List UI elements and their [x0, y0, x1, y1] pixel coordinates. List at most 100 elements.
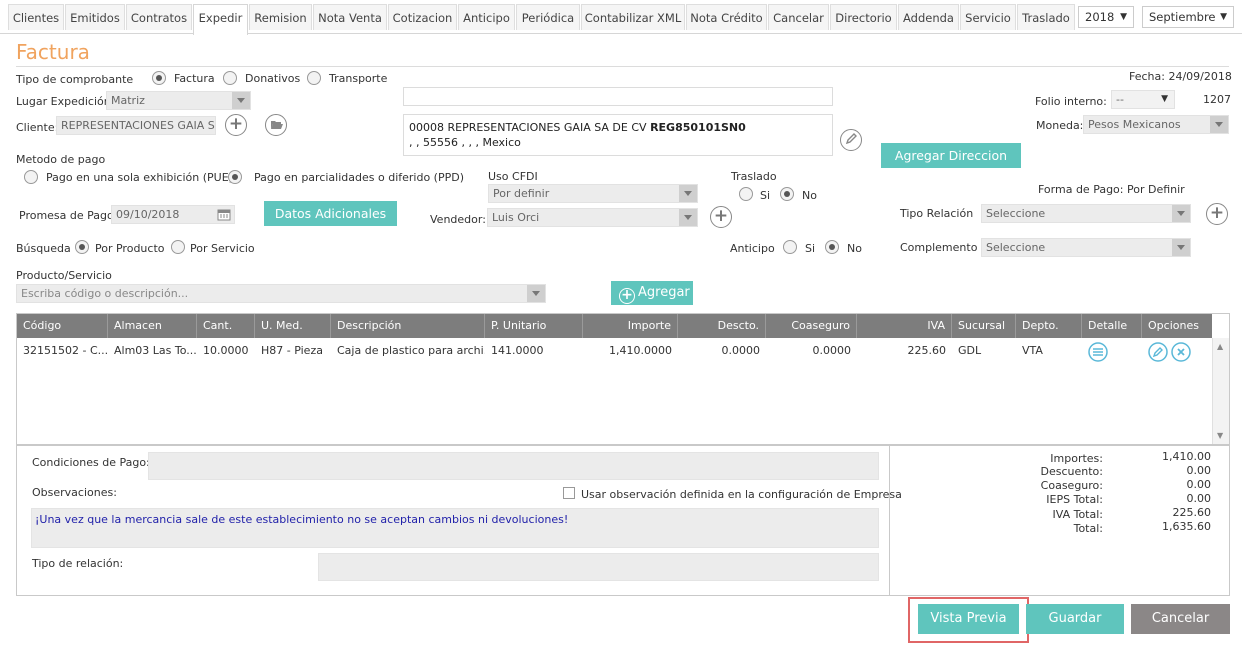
tipo-transporte-radio[interactable] [307, 71, 321, 85]
ieps-label: IEPS Total: [1046, 493, 1103, 506]
folder-open-icon [270, 121, 283, 129]
col-almacen[interactable]: Almacen [108, 314, 197, 338]
usar-observacion-checkbox[interactable] [563, 487, 575, 499]
table-scrollbar[interactable]: ▲ ▼ [1212, 338, 1229, 444]
metodo-ppd-radio[interactable] [228, 170, 242, 184]
lugar-expedicion-label: Lugar Expedición [16, 95, 111, 108]
cliente-input[interactable]: REPRESENTACIONES GAIA SA D [56, 116, 216, 135]
address-box: 00008 REPRESENTACIONES GAIA SA DE CV REG… [403, 114, 833, 156]
col-descripcion[interactable]: Descripción [331, 314, 485, 338]
col-depto[interactable]: Depto. [1016, 314, 1082, 338]
tab-periodica[interactable]: Periódica [516, 4, 580, 30]
lugar-expedicion-select[interactable]: Matriz [106, 91, 251, 110]
producto-search-input[interactable]: Escriba código o descripción... [16, 284, 546, 303]
complemento-select[interactable]: Seleccione [981, 238, 1191, 257]
address-extra-field[interactable] [403, 87, 833, 106]
busqueda-servicio-radio[interactable] [171, 240, 185, 254]
tab-nota-credito[interactable]: Nota Crédito [686, 4, 767, 30]
chevron-down-icon [1172, 205, 1190, 222]
address-line-2: , , 55556 , , , Mexico [409, 136, 521, 149]
agregar-button[interactable]: + Agregar [611, 281, 693, 305]
vendedor-value: Luis Orci [492, 211, 540, 224]
cell-iva: 225.60 [907, 344, 947, 357]
open-folder-button[interactable] [265, 114, 287, 136]
promesa-date-input[interactable]: 09/10/2018 [111, 205, 235, 224]
delete-row-icon[interactable] [1171, 342, 1191, 362]
col-codigo[interactable]: Código [17, 314, 108, 338]
month-select[interactable]: Septiembre ▼ [1142, 6, 1234, 28]
tab-clientes[interactable]: Clientes [8, 4, 64, 30]
condiciones-input[interactable] [148, 452, 879, 480]
observaciones-label: Observaciones: [32, 486, 117, 499]
traslado-no-label: No [802, 189, 817, 202]
year-select[interactable]: 2018 ▼ [1078, 6, 1134, 28]
edit-address-button[interactable] [840, 129, 862, 151]
coaseguro-label: Coaseguro: [1040, 479, 1103, 492]
uso-cfdi-select[interactable]: Por definir [488, 184, 698, 203]
anticipo-si-radio[interactable] [783, 240, 797, 254]
col-coaseguro[interactable]: Coaseguro [766, 314, 857, 338]
tipo-donativos-radio[interactable] [223, 71, 237, 85]
tab-expedir[interactable]: Expedir [193, 4, 248, 35]
tab-remision[interactable]: Remision [249, 4, 312, 30]
agregar-direccion-button[interactable]: Agregar Direccion [881, 143, 1021, 168]
guardar-button[interactable]: Guardar [1026, 604, 1124, 634]
busqueda-producto-radio[interactable] [75, 240, 89, 254]
tipo-relacion-select[interactable]: Seleccione [981, 204, 1191, 223]
chevron-down-icon [232, 92, 250, 109]
address-rfc: REG850101SN0 [650, 121, 746, 134]
col-punitario[interactable]: P. Unitario [485, 314, 583, 338]
scroll-up-icon[interactable]: ▲ [1217, 342, 1223, 351]
add-relacion-button[interactable]: + [1206, 203, 1228, 225]
traslado-si-radio[interactable] [739, 187, 753, 201]
col-cant[interactable]: Cant. [197, 314, 255, 338]
add-client-button[interactable]: + [225, 114, 247, 136]
year-value: 2018 [1085, 10, 1115, 24]
moneda-select[interactable]: Pesos Mexicanos [1083, 115, 1229, 134]
tab-anticipo[interactable]: Anticipo [458, 4, 515, 30]
anticipo-label: Anticipo [730, 242, 775, 255]
busqueda-producto-label: Por Producto [95, 242, 165, 255]
cancelar-button[interactable]: Cancelar [1131, 604, 1230, 634]
tab-addenda[interactable]: Addenda [898, 4, 959, 30]
tab-contratos[interactable]: Contratos [126, 4, 192, 30]
total-label: Total: [1073, 522, 1103, 535]
chevron-down-icon: ▼ [1120, 12, 1127, 22]
col-umed[interactable]: U. Med. [255, 314, 331, 338]
tab-cancelar[interactable]: Cancelar [768, 4, 829, 30]
tab-nota-venta[interactable]: Nota Venta [313, 4, 387, 30]
col-importe[interactable]: Importe [583, 314, 678, 338]
tab-directorio[interactable]: Directorio [830, 4, 897, 30]
edit-row-icon[interactable] [1148, 342, 1168, 362]
detail-list-icon[interactable] [1088, 342, 1108, 362]
metodo-pue-radio[interactable] [24, 170, 38, 184]
col-descto[interactable]: Descto. [678, 314, 766, 338]
vendedor-select[interactable]: Luis Orci [487, 208, 698, 227]
page-title: Factura [16, 40, 90, 64]
tab-emitidos[interactable]: Emitidos [65, 4, 125, 30]
tab-traslado[interactable]: Traslado [1017, 4, 1075, 30]
tipo-factura-radio[interactable] [152, 71, 166, 85]
forma-pago-label: Forma de Pago: Por Definir [1038, 183, 1185, 196]
col-opciones[interactable]: Opciones [1142, 314, 1212, 338]
anticipo-no-radio[interactable] [825, 240, 839, 254]
ieps-value: 0.00 [1186, 492, 1212, 505]
tipo-relacion-input[interactable] [318, 553, 879, 581]
add-vendedor-button[interactable]: + [710, 206, 732, 228]
scroll-down-icon[interactable]: ▼ [1217, 431, 1223, 440]
cliente-value: REPRESENTACIONES GAIA SA D [61, 119, 215, 132]
tab-cotizacion[interactable]: Cotizacion [388, 4, 457, 30]
datos-adicionales-button[interactable]: Datos Adicionales [264, 201, 397, 226]
tab-contabilizar-xml[interactable]: Contabilizar XML [581, 4, 685, 30]
col-iva[interactable]: IVA [857, 314, 952, 338]
folio-select[interactable]: -- ▼ [1111, 90, 1175, 109]
col-sucursal[interactable]: Sucursal [952, 314, 1016, 338]
vendedor-label: Vendedor: [430, 213, 486, 226]
cell-coaseguro: 0.0000 [812, 344, 852, 357]
col-detalle[interactable]: Detalle [1082, 314, 1142, 338]
vista-previa-button[interactable]: Vista Previa [918, 604, 1019, 634]
traslado-no-radio[interactable] [780, 187, 794, 201]
tab-servicio[interactable]: Servicio [960, 4, 1016, 30]
observaciones-textarea[interactable]: ¡Una vez que la mercancia sale de este e… [31, 508, 879, 548]
title-divider [16, 66, 1229, 67]
